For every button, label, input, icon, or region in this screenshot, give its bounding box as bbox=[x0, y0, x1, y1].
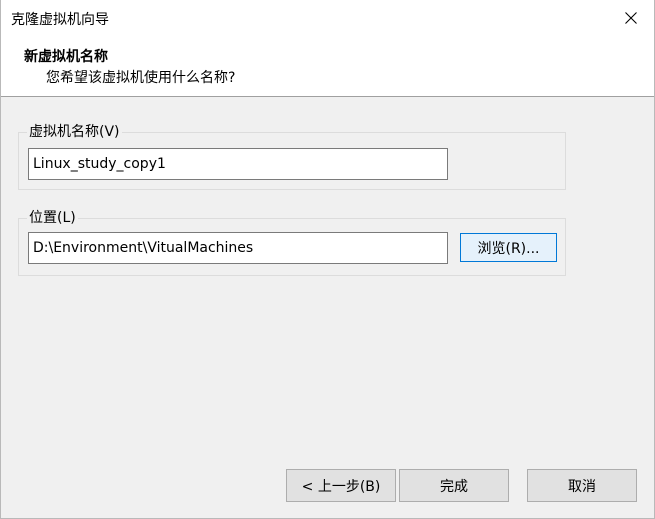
location-label: 位置(L) bbox=[27, 208, 78, 228]
title-bar: 克隆虚拟机向导 bbox=[1, 0, 654, 36]
close-button[interactable] bbox=[608, 0, 654, 36]
page-subtitle: 您希望该虚拟机使用什么名称? bbox=[46, 70, 236, 86]
close-icon bbox=[625, 12, 637, 24]
location-group: 位置(L) 浏览(R)... bbox=[18, 208, 566, 276]
vm-name-group: 虚拟机名称(V) bbox=[18, 122, 566, 190]
finish-button[interactable]: 完成 bbox=[399, 469, 509, 502]
vm-name-label: 虚拟机名称(V) bbox=[27, 122, 122, 142]
wizard-header: 新虚拟机名称 您希望该虚拟机使用什么名称? bbox=[1, 36, 654, 97]
vm-name-input[interactable] bbox=[28, 148, 448, 180]
page-title: 新虚拟机名称 bbox=[24, 49, 108, 65]
browse-button[interactable]: 浏览(R)... bbox=[460, 233, 557, 262]
window-title: 克隆虚拟机向导 bbox=[11, 12, 109, 28]
clone-vm-wizard-dialog: 克隆虚拟机向导 新虚拟机名称 您希望该虚拟机使用什么名称? 虚拟机名称(V) 位… bbox=[0, 0, 655, 519]
cancel-button[interactable]: 取消 bbox=[527, 469, 637, 502]
back-button[interactable]: < 上一步(B) bbox=[286, 469, 396, 502]
location-input[interactable] bbox=[28, 232, 448, 264]
